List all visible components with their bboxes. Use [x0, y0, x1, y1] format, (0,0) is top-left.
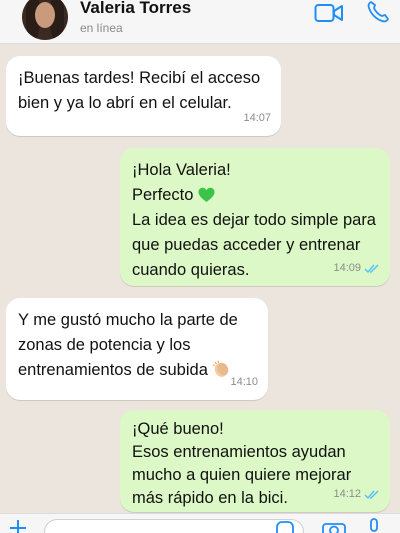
- message-line: Perfecto: [132, 183, 378, 208]
- message-bubble-outgoing[interactable]: ¡Qué bueno! Esos entrenamientos ayudan m…: [120, 410, 390, 512]
- microphone-icon[interactable]: [366, 518, 382, 533]
- contact-status: en línea: [80, 21, 123, 35]
- message-time: 14:10: [230, 376, 258, 388]
- video-call-icon[interactable]: [314, 2, 344, 24]
- message-meta: 14:07: [243, 106, 271, 131]
- message-input-bar: [0, 513, 400, 533]
- message-time: 14:09: [333, 262, 361, 274]
- clapping-hands-icon: [213, 360, 229, 377]
- message-bubble-incoming[interactable]: ¡Buenas tardes! Recibí el acceso bien y …: [6, 56, 281, 136]
- message-input[interactable]: [44, 519, 304, 533]
- green-heart-icon: [198, 187, 215, 202]
- contact-name[interactable]: Valeria Torres: [80, 0, 191, 18]
- message-text: ¡Buenas tardes! Recibí el acceso bien y …: [18, 69, 261, 112]
- read-ticks-icon: [364, 264, 379, 273]
- sticker-icon[interactable]: [276, 521, 294, 533]
- plus-icon[interactable]: [8, 518, 28, 533]
- phone-call-icon[interactable]: [366, 0, 390, 24]
- message-line-text: Perfecto: [132, 186, 194, 204]
- message-text-body: Y me gustó mucho la parte de zonas de po…: [18, 311, 238, 379]
- message-time: 14:12: [333, 488, 361, 500]
- message-meta: 14:12: [333, 482, 380, 507]
- message-bubble-incoming[interactable]: Y me gustó mucho la parte de zonas de po…: [6, 298, 268, 400]
- camera-icon[interactable]: [322, 520, 346, 533]
- message-meta: 14:10: [230, 370, 258, 395]
- message-meta: 14:09: [333, 256, 380, 281]
- message-line: ¡Hola Valeria!: [132, 161, 231, 179]
- message-time: 14:07: [243, 112, 271, 124]
- contact-avatar[interactable]: [22, 0, 68, 40]
- message-text: Y me gustó mucho la parte de zonas de po…: [18, 308, 256, 383]
- message-bubble-outgoing[interactable]: ¡Hola Valeria! Perfecto La idea es dejar…: [120, 148, 390, 286]
- chat-header: Valeria Torres en línea: [0, 0, 400, 44]
- read-ticks-icon: [364, 490, 379, 499]
